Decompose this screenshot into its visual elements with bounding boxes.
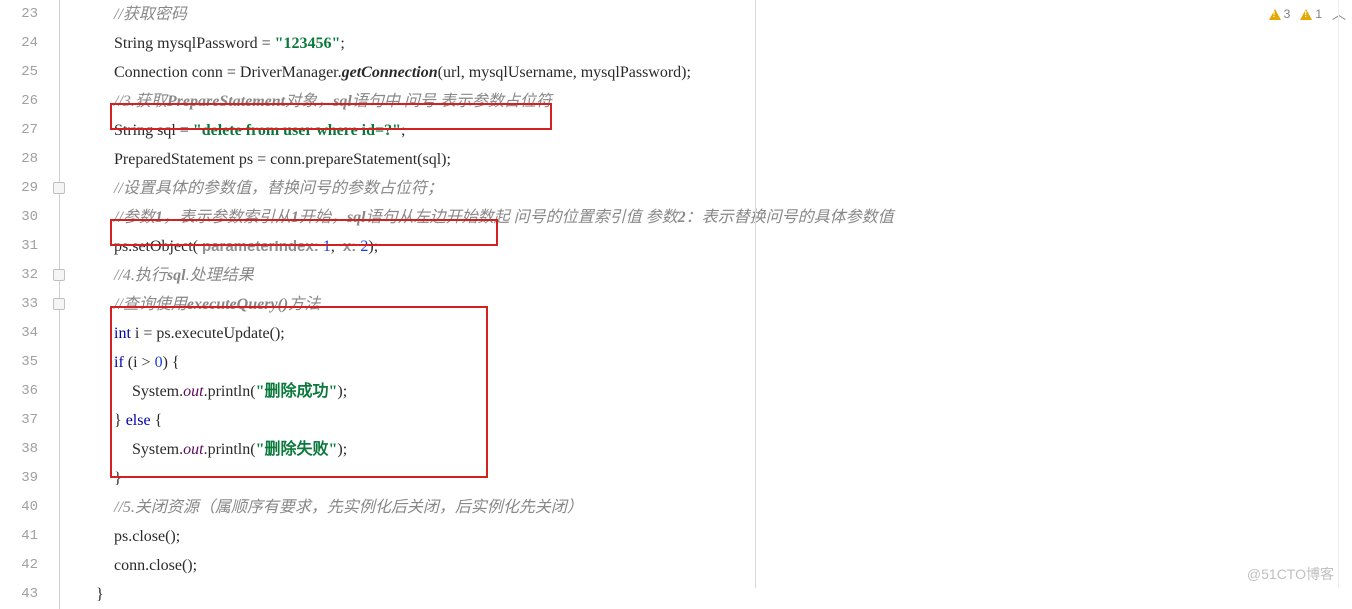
code-line: conn.close(); — [72, 551, 1352, 580]
code-line: Connection conn = DriverManager.getConne… — [72, 58, 1352, 87]
code-content-area[interactable]: //获取密码 String mysqlPassword = "123456"; … — [72, 0, 1352, 588]
code-line: String sql = "delete from user where id=… — [72, 116, 1352, 145]
code-line: //4.执行sql.处理结果 — [72, 261, 1352, 290]
line-number-gutter: 23 24 25 26 27 28 29 30 31 32 33 34 35 3… — [0, 0, 50, 588]
code-line: } — [72, 464, 1352, 493]
line-number: 31 — [0, 232, 38, 261]
code-line: System.out.println("删除失败"); — [72, 435, 1352, 464]
code-editor[interactable]: 23 24 25 26 27 28 29 30 31 32 33 34 35 3… — [0, 0, 1352, 588]
line-number: 43 — [0, 580, 38, 609]
line-number: 38 — [0, 435, 38, 464]
code-line: } — [72, 580, 1352, 609]
code-line: System.out.println("删除成功"); — [72, 377, 1352, 406]
code-line: ps.setObject( parameterIndex: 1, x: 2); — [72, 232, 1352, 261]
code-line: int i = ps.executeUpdate(); — [72, 319, 1352, 348]
line-number: 29 — [0, 174, 38, 203]
code-line: //5.关闭资源（属顺序有要求，先实例化后关闭，后实例化先关闭） — [72, 493, 1352, 522]
code-line: //设置具体的参数值，替换问号的参数占位符； — [72, 174, 1352, 203]
warning-icon — [1300, 9, 1312, 20]
warning-item[interactable]: 1 — [1300, 7, 1322, 21]
fold-toggle-icon[interactable] — [53, 269, 65, 281]
line-number: 42 — [0, 551, 38, 580]
warning-item[interactable]: 3 — [1269, 7, 1291, 21]
warning-count: 3 — [1284, 7, 1291, 21]
code-line: if (i > 0) { — [72, 348, 1352, 377]
code-line: PreparedStatement ps = conn.prepareState… — [72, 145, 1352, 174]
fold-toggle-icon[interactable] — [53, 298, 65, 310]
line-number: 37 — [0, 406, 38, 435]
code-line: //查询使用executeQuery()方法 — [72, 290, 1352, 319]
fold-toggle-icon[interactable] — [53, 182, 65, 194]
line-number: 33 — [0, 290, 38, 319]
code-line: ps.close(); — [72, 522, 1352, 551]
line-number: 41 — [0, 522, 38, 551]
code-line: //3.获取PrepareStatement对象，sql语句中 问号 表示参数占… — [72, 87, 1352, 116]
line-number: 34 — [0, 319, 38, 348]
line-number: 24 — [0, 29, 38, 58]
code-line: //参数1，表示参数索引从1开始，sql语句从左边开始数起 问号的位置索引值 参… — [72, 203, 1352, 232]
line-number: 23 — [0, 0, 38, 29]
warning-count: 1 — [1315, 7, 1322, 21]
line-number: 40 — [0, 493, 38, 522]
editor-right-gutter — [1338, 0, 1352, 588]
line-number: 35 — [0, 348, 38, 377]
line-number: 36 — [0, 377, 38, 406]
code-line: //获取密码 — [72, 0, 1352, 29]
line-number: 30 — [0, 203, 38, 232]
line-number: 39 — [0, 464, 38, 493]
watermark: @51CTO博客 — [1247, 564, 1334, 584]
code-line: } else { — [72, 406, 1352, 435]
line-number: 26 — [0, 87, 38, 116]
warnings-summary[interactable]: 3 1 ︿ — [1269, 4, 1346, 24]
warning-icon — [1269, 9, 1281, 20]
line-number: 27 — [0, 116, 38, 145]
line-number: 32 — [0, 261, 38, 290]
code-line: String mysqlPassword = "123456"; — [72, 29, 1352, 58]
line-number: 25 — [0, 58, 38, 87]
line-number: 28 — [0, 145, 38, 174]
fold-column — [50, 0, 72, 588]
